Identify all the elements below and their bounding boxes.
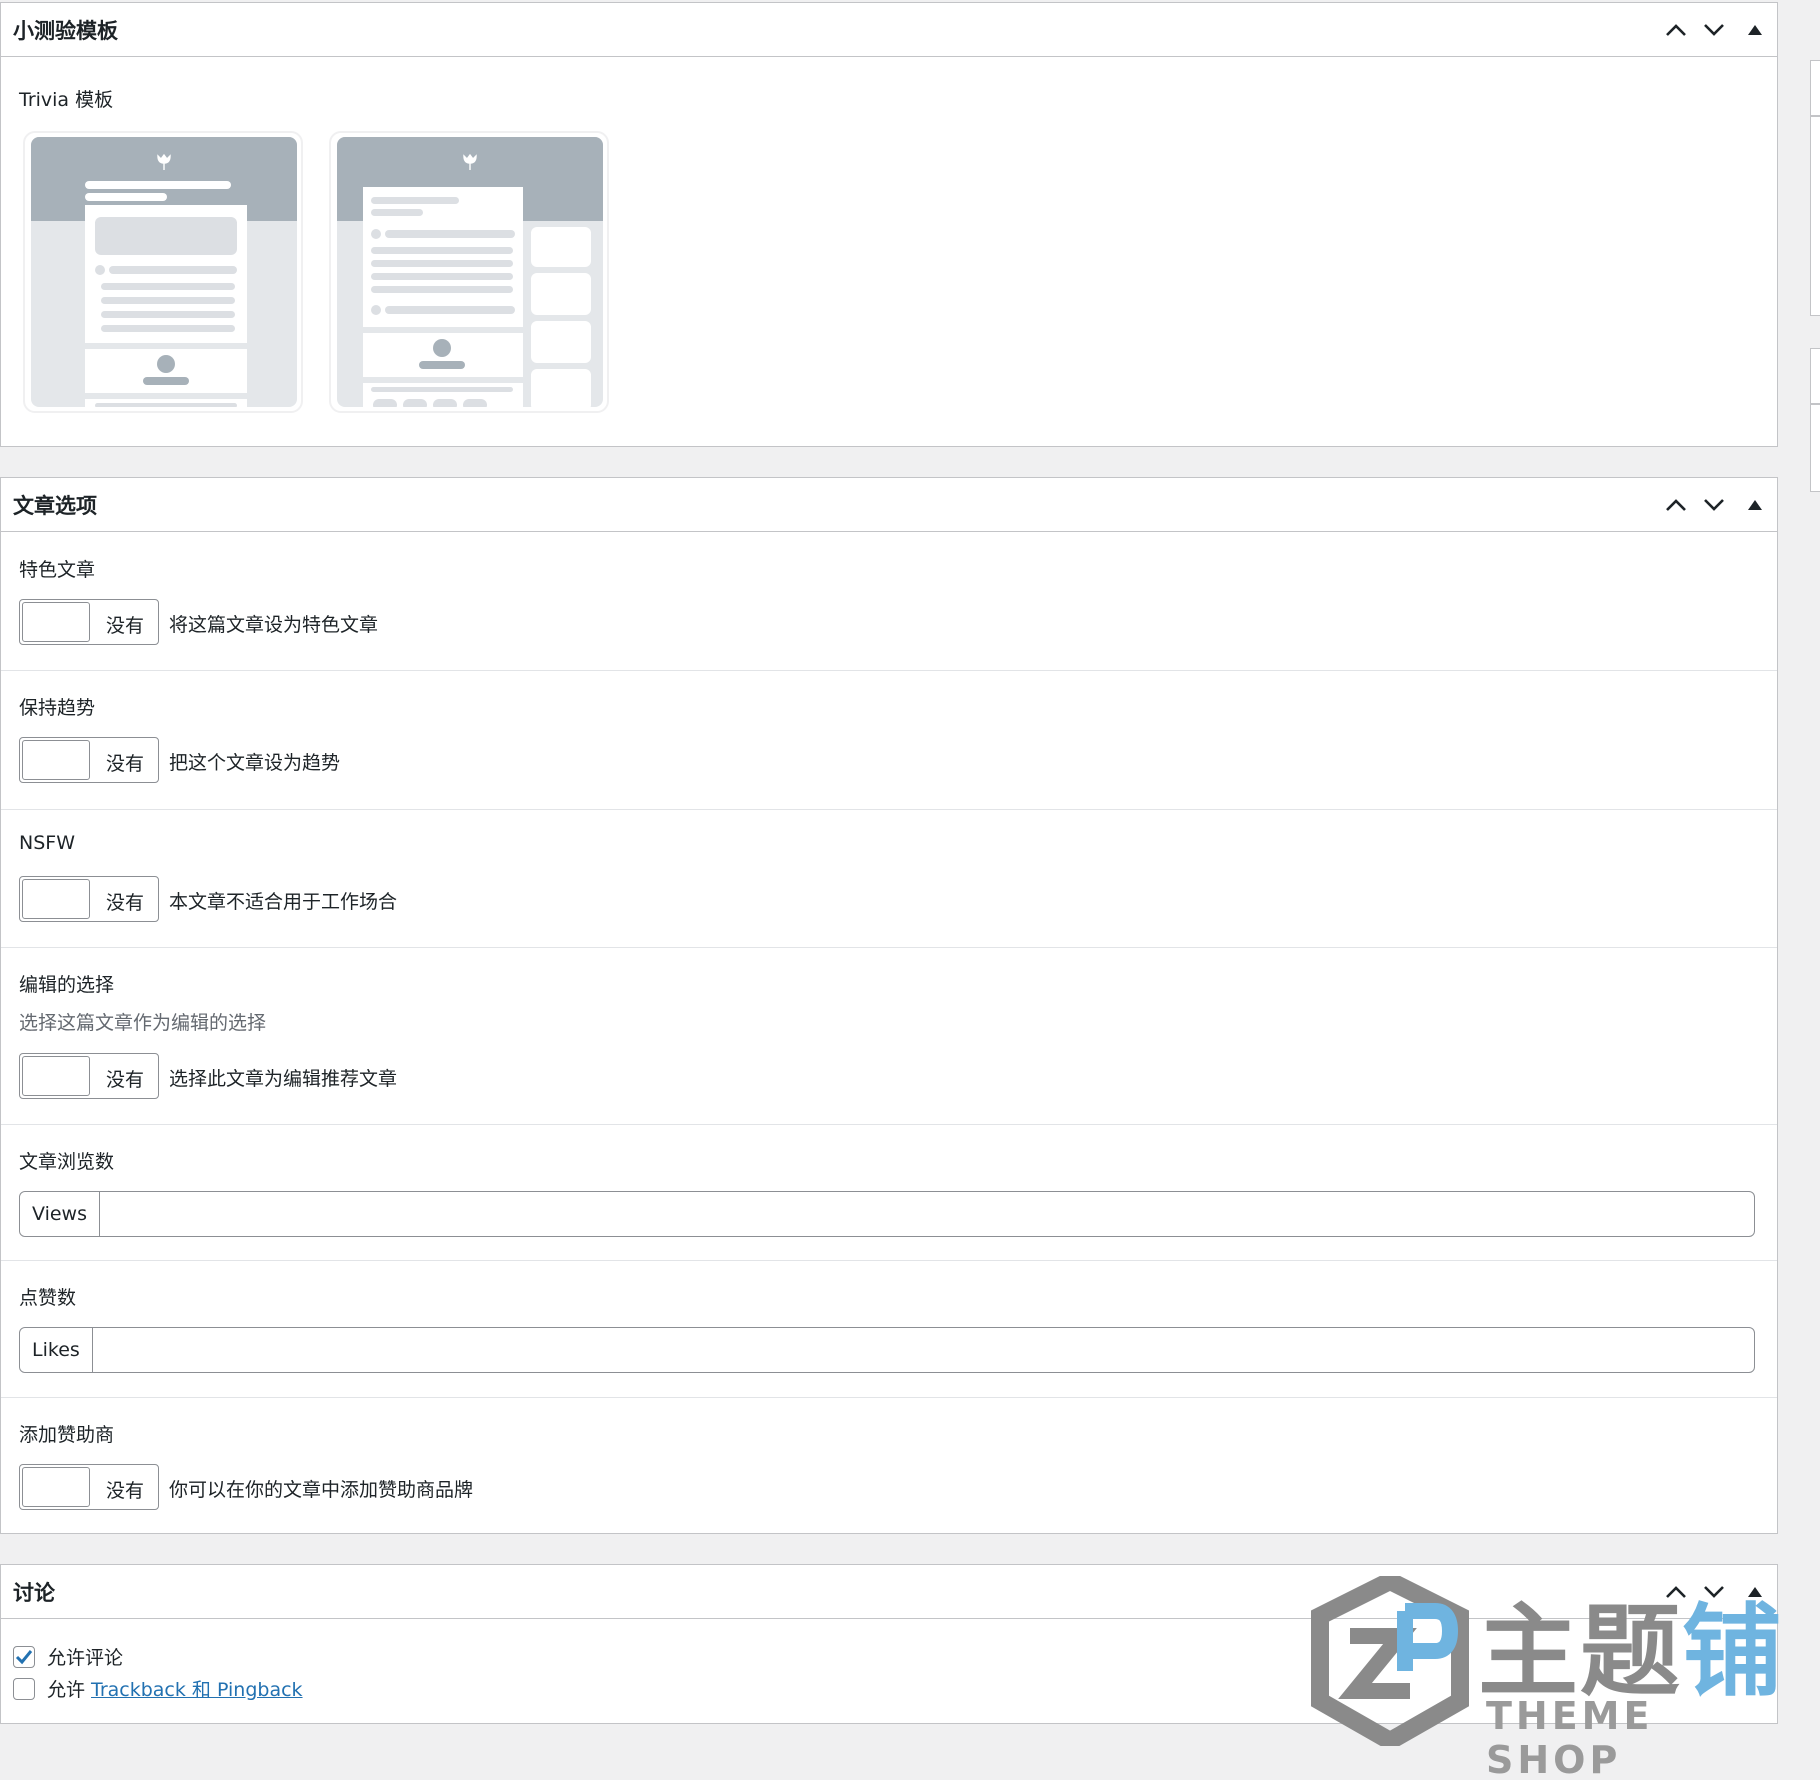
allow-pings-label: 允许 — [47, 1679, 86, 1701]
sidebar-panel-fragment — [1810, 60, 1820, 116]
sponsor-row: 添加赞助商 没有 你可以在你的文章中添加赞助商品牌 — [1, 1398, 1777, 1534]
panel-controls — [1657, 478, 1777, 531]
tulip-icon — [463, 153, 477, 170]
nsfw-title: NSFW — [19, 832, 75, 854]
move-up-button[interactable] — [1657, 478, 1695, 532]
editors-pick-title: 编辑的选择 — [19, 974, 115, 996]
toggle-state-label: 没有 — [106, 1069, 145, 1091]
watermark: 主题铺 THEME SHOP — [1310, 1570, 1800, 1780]
triangle-up-icon — [1748, 24, 1762, 35]
editors-pick-toggle[interactable]: 没有 — [19, 1053, 159, 1099]
chevron-down-icon — [1704, 498, 1724, 511]
post-options-box: 文章选项 特色文章 没有 将这篇文章设为特色文章 保持趋势 没有 把这个文章设为… — [0, 477, 1778, 1534]
chevron-up-icon — [1666, 498, 1686, 511]
quiz-template-header: 小测验模板 — [1, 3, 1777, 57]
post-views-field: Views — [19, 1191, 1755, 1237]
sponsor-desc: 你可以在你的文章中添加赞助商品牌 — [169, 1479, 474, 1501]
post-views-input[interactable] — [100, 1192, 1754, 1236]
move-down-button[interactable] — [1695, 478, 1733, 532]
post-views-row: 文章浏览数 Views — [1, 1125, 1777, 1261]
trending-toggle[interactable]: 没有 — [19, 737, 159, 783]
allow-comments-checkbox[interactable] — [13, 1645, 35, 1668]
triangle-up-icon — [1748, 499, 1762, 510]
template-preview — [337, 137, 603, 407]
featured-post-toggle[interactable]: 没有 — [19, 599, 159, 645]
featured-post-desc: 将这篇文章设为特色文章 — [169, 614, 379, 636]
sidebar-panel-fragment — [1810, 116, 1820, 316]
editors-pick-desc: 选择此文章为编辑推荐文章 — [169, 1068, 398, 1090]
sponsor-title: 添加赞助商 — [19, 1424, 115, 1446]
trending-title: 保持趋势 — [19, 697, 96, 719]
toggle-state-label: 没有 — [106, 892, 145, 914]
move-up-button[interactable] — [1657, 3, 1695, 57]
preview-content-card — [363, 187, 523, 327]
trivia-template-label: Trivia 模板 — [19, 89, 114, 111]
allow-pings-checkbox[interactable] — [13, 1677, 35, 1700]
move-down-button[interactable] — [1695, 3, 1733, 57]
preview-author-card — [363, 333, 523, 377]
nsfw-row: NSFW 没有 本文章不适合用于工作场合 — [1, 810, 1777, 948]
discussion-title: 讨论 — [13, 1580, 55, 1605]
template-option-2[interactable] — [329, 131, 609, 413]
toggle-state-label: 没有 — [106, 615, 145, 637]
toggle-state-label: 没有 — [106, 753, 145, 775]
panel-controls — [1657, 3, 1777, 56]
trending-desc: 把这个文章设为趋势 — [169, 752, 341, 774]
views-prefix: Views — [20, 1192, 100, 1236]
likes-field: Likes — [19, 1327, 1755, 1373]
allow-pings-row: 允许 Trackback 和 Pingback — [13, 1675, 303, 1702]
likes-prefix: Likes — [20, 1328, 93, 1372]
chevron-up-icon — [1666, 23, 1686, 36]
tulip-icon — [157, 153, 171, 170]
watermark-subtitle: THEME SHOP — [1486, 1694, 1654, 1780]
post-views-title: 文章浏览数 — [19, 1151, 115, 1173]
likes-title: 点赞数 — [19, 1287, 77, 1309]
template-preview — [31, 137, 297, 407]
likes-input[interactable] — [92, 1328, 1754, 1372]
watermark-logo-icon — [1311, 1576, 1469, 1746]
post-options-header: 文章选项 — [1, 478, 1777, 532]
allow-comments-label: 允许评论 — [47, 1647, 124, 1669]
chevron-down-icon — [1704, 23, 1724, 36]
trackback-pingback-link[interactable]: Trackback 和 Pingback — [91, 1675, 303, 1702]
quiz-template-box: 小测验模板 Trivia 模板 — [0, 2, 1778, 447]
toggle-panel-button[interactable] — [1733, 3, 1777, 57]
nsfw-desc: 本文章不适合用于工作场合 — [169, 891, 398, 913]
sponsor-toggle[interactable]: 没有 — [19, 1464, 159, 1510]
allow-comments-row: 允许评论 — [13, 1643, 123, 1670]
sidebar-panel-fragment — [1810, 404, 1820, 492]
featured-post-title: 特色文章 — [19, 559, 96, 581]
preview-content-card — [85, 205, 247, 343]
toggle-panel-button[interactable] — [1733, 478, 1777, 532]
featured-post-row: 特色文章 没有 将这篇文章设为特色文章 — [1, 533, 1777, 671]
editors-pick-subtitle: 选择这篇文章作为编辑的选择 — [19, 1012, 267, 1034]
post-options-title: 文章选项 — [13, 493, 97, 518]
sidebar-panel-fragment — [1810, 348, 1820, 404]
likes-row: 点赞数 Likes — [1, 1261, 1777, 1398]
toggle-state-label: 没有 — [106, 1480, 145, 1502]
editors-pick-row: 编辑的选择 选择这篇文章作为编辑的选择 没有 选择此文章为编辑推荐文章 — [1, 948, 1777, 1125]
preview-author-card — [85, 349, 247, 393]
quiz-template-title: 小测验模板 — [13, 18, 118, 43]
template-option-1[interactable] — [23, 131, 303, 413]
trending-row: 保持趋势 没有 把这个文章设为趋势 — [1, 671, 1777, 810]
check-icon — [15, 1649, 33, 1664]
nsfw-toggle[interactable]: 没有 — [19, 876, 159, 922]
